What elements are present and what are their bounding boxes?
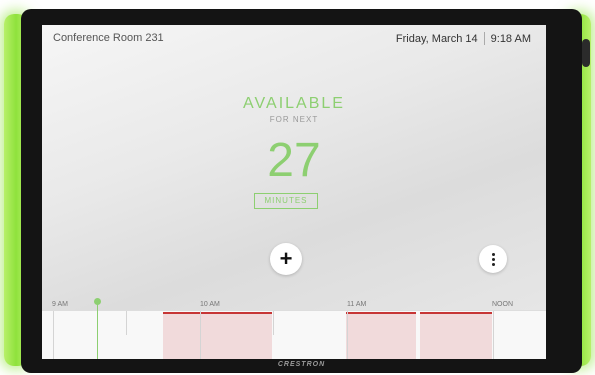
current-time-dot bbox=[94, 298, 101, 305]
current-time-indicator bbox=[97, 301, 98, 359]
date-time: Friday, March 14 9:18 AM bbox=[396, 32, 531, 45]
timeline-label-11am: 11 AM bbox=[347, 301, 367, 308]
meeting-block[interactable] bbox=[163, 312, 272, 359]
for-next-label: FOR NEXT bbox=[269, 115, 319, 124]
brand-logo: CRESTRON bbox=[277, 361, 326, 368]
timeline-tick bbox=[126, 311, 127, 335]
minutes-unit-label: MINUTES bbox=[254, 193, 318, 209]
timeline-label-10am: 10 AM bbox=[200, 301, 220, 308]
plus-icon: + bbox=[279, 246, 293, 271]
more-options-button[interactable] bbox=[479, 245, 507, 273]
timeline-tick bbox=[493, 311, 494, 359]
minutes-remaining: 27 bbox=[267, 134, 321, 187]
room-name: Conference Room 231 bbox=[53, 32, 164, 44]
current-date: Friday, March 14 bbox=[395, 32, 478, 45]
touch-screen: Conference Room 231 Friday, March 14 9:1… bbox=[42, 25, 546, 359]
add-reservation-button[interactable]: + bbox=[270, 243, 302, 275]
meeting-block[interactable] bbox=[346, 312, 416, 359]
schedule-timeline[interactable] bbox=[42, 310, 546, 359]
timeline-tick bbox=[273, 311, 274, 335]
more-vertical-icon bbox=[491, 252, 495, 266]
date-time-divider bbox=[483, 32, 485, 45]
timeline-tick bbox=[347, 311, 348, 359]
timeline-tick bbox=[200, 311, 201, 359]
meeting-block[interactable] bbox=[420, 312, 492, 359]
timeline-tick bbox=[53, 311, 54, 359]
camera-sensor bbox=[582, 39, 590, 67]
availability-status: AVAILABLE bbox=[243, 95, 345, 112]
current-time: 9:18 AM bbox=[490, 32, 531, 45]
timeline-label-noon: NOON bbox=[492, 301, 513, 308]
timeline-label-9am: 9 AM bbox=[52, 301, 68, 308]
